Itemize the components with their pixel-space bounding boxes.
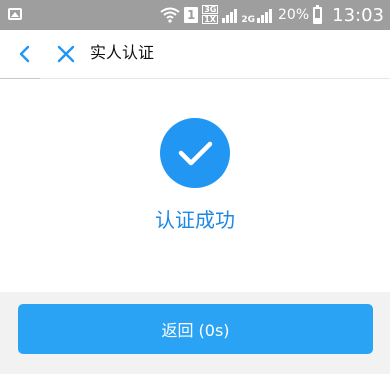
page-title: 实人认证 bbox=[90, 43, 155, 62]
back-button[interactable] bbox=[12, 40, 40, 68]
battery-icon bbox=[313, 4, 323, 24]
result-panel: 认证成功 bbox=[0, 79, 390, 292]
close-icon bbox=[57, 45, 75, 63]
navigation-bar: 实人认证 bbox=[0, 30, 390, 79]
sim-slot-badge: 1 bbox=[184, 7, 199, 23]
wifi-icon bbox=[160, 7, 180, 23]
success-badge bbox=[160, 118, 230, 188]
image-notification-icon bbox=[8, 8, 22, 20]
return-button[interactable]: 返回 (0s) bbox=[18, 304, 373, 354]
signal-strength-icon bbox=[222, 7, 238, 23]
battery-percentage: 20% bbox=[278, 7, 310, 23]
network-type: 3G 1X bbox=[202, 5, 219, 25]
close-button[interactable] bbox=[52, 40, 80, 68]
signal-strength-2g-icon bbox=[257, 7, 272, 23]
status-bar: 1 3G 1X 2G 20% 13:03 bbox=[0, 0, 390, 30]
checkmark-icon bbox=[178, 141, 213, 166]
success-message: 认证成功 bbox=[155, 208, 235, 232]
network-type-bottom: 1X bbox=[202, 15, 219, 24]
footer: 返回 (0s) bbox=[0, 292, 390, 374]
network-type-top: 3G bbox=[202, 5, 219, 14]
clock: 13:03 bbox=[332, 4, 384, 26]
chevron-left-icon bbox=[19, 45, 30, 63]
network-2g-label: 2G bbox=[241, 15, 255, 25]
status-icons: 1 3G 1X 2G 20% 13:03 bbox=[160, 3, 384, 27]
